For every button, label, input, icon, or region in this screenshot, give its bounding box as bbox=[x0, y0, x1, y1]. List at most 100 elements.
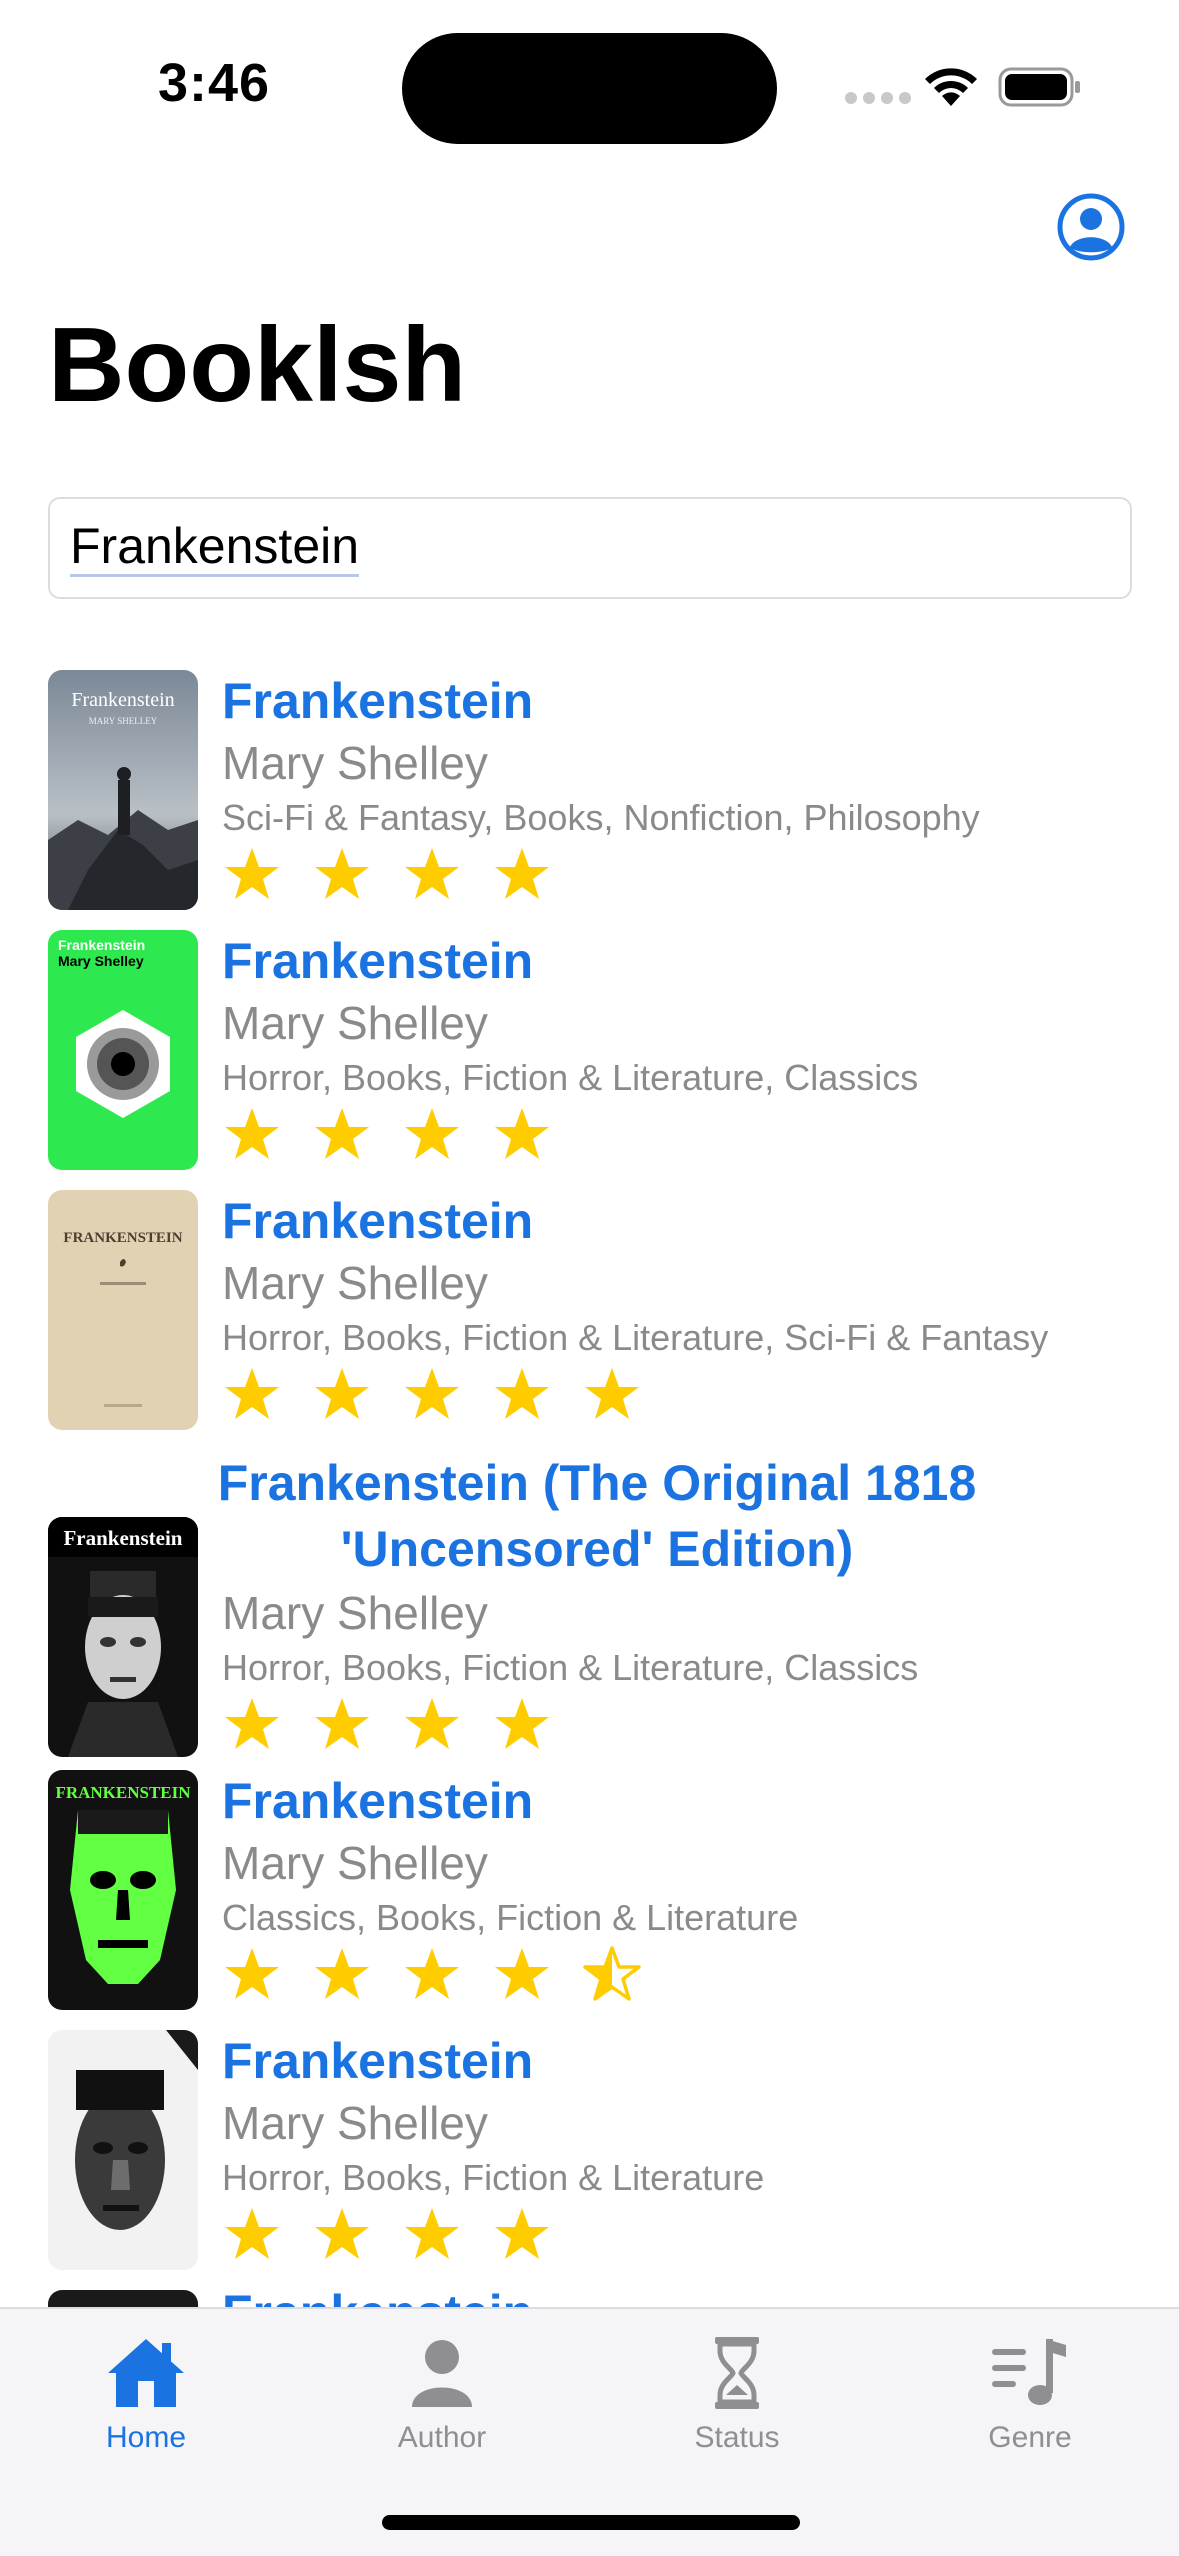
star-filled-icon bbox=[315, 1368, 369, 1419]
rating-stars bbox=[222, 1944, 1132, 2006]
book-cover bbox=[48, 2290, 198, 2308]
book-cover: Frankenstein bbox=[48, 1517, 198, 1757]
star-filled-icon bbox=[315, 1108, 369, 1159]
book-title[interactable]: Frankenstein bbox=[222, 930, 1132, 992]
book-row[interactable]: Frankenstein Frankenstein (The Original … bbox=[0, 1450, 1179, 1770]
book-row[interactable]: Frankenstein Mary Shelley Frankenstein M… bbox=[0, 930, 1179, 1180]
book-row[interactable]: Frankenstein bbox=[0, 2285, 1179, 2308]
star-half-icon bbox=[583, 1946, 641, 2001]
cellular-signal-icon bbox=[845, 92, 911, 104]
home-indicator bbox=[382, 2515, 800, 2530]
star-filled-icon bbox=[225, 1698, 279, 1749]
book-info: Frankenstein bbox=[222, 2282, 1132, 2308]
book-author: Mary Shelley bbox=[222, 1257, 488, 1309]
star-filled-icon bbox=[225, 2208, 279, 2259]
battery-icon bbox=[998, 67, 1080, 107]
rating-stars bbox=[222, 1694, 1132, 1756]
book-genres: Horror, Books, Fiction & Literature, Cla… bbox=[222, 1647, 919, 1688]
tab-author[interactable]: Author bbox=[342, 2327, 542, 2477]
star-filled-icon bbox=[225, 1948, 279, 1999]
star-filled-icon bbox=[315, 848, 369, 899]
book-author: Mary Shelley bbox=[222, 737, 488, 789]
star-filled-icon bbox=[585, 1368, 639, 1419]
rating-stars bbox=[222, 844, 1132, 906]
star-filled-icon bbox=[495, 848, 549, 899]
search-input-value: Frankenstein bbox=[70, 519, 360, 577]
book-info: Frankenstein Mary Shelley Horror, Books,… bbox=[222, 2030, 1132, 2266]
page-title: Booklsh bbox=[48, 306, 467, 424]
book-info: Frankenstein Mary Shelley Sci-Fi & Fanta… bbox=[222, 670, 1132, 906]
tab-home[interactable]: Home bbox=[46, 2327, 246, 2477]
rating-stars bbox=[222, 2204, 1132, 2266]
dynamic-island bbox=[402, 33, 777, 144]
book-cover: Frankenstein Mary Shelley bbox=[48, 930, 198, 1170]
star-filled-icon bbox=[495, 1108, 549, 1159]
cover-author: Mary Shelley bbox=[58, 953, 144, 969]
book-row[interactable]: Frankenstein MARY SHELLEY Frankenstein M… bbox=[0, 670, 1179, 920]
person-circle-icon bbox=[1057, 193, 1125, 261]
book-info: Frankenstein Mary Shelley Classics, Book… bbox=[222, 1770, 1132, 2006]
star-filled-icon bbox=[315, 1698, 369, 1749]
tab-genre[interactable]: Genre bbox=[930, 2327, 1130, 2477]
book-row[interactable]: FRANKENSTEIN Frankenstein Mary Shelley H… bbox=[0, 1190, 1179, 1440]
star-filled-icon bbox=[405, 848, 459, 899]
star-filled-icon bbox=[405, 1948, 459, 1999]
tab-label: Genre bbox=[988, 2421, 1072, 2454]
cover-title: Frankenstein bbox=[63, 1526, 182, 1550]
book-author: Mary Shelley bbox=[222, 1587, 488, 1639]
book-info: Frankenstein Mary Shelley Horror, Books,… bbox=[222, 1190, 1132, 1426]
house-icon bbox=[108, 2339, 184, 2407]
star-filled-icon bbox=[495, 1368, 549, 1419]
star-filled-icon bbox=[315, 1948, 369, 1999]
cover-title: Frankenstein bbox=[71, 689, 174, 711]
book-title[interactable]: Frankenstein bbox=[222, 1190, 1132, 1252]
book-title[interactable]: Frankenstein bbox=[222, 670, 1132, 732]
book-title[interactable]: Frankenstein (The Original 1818 'Uncenso… bbox=[212, 1450, 982, 1582]
book-row[interactable]: Frankenstein Mary Shelley Horror, Books,… bbox=[0, 2030, 1179, 2280]
person-icon bbox=[412, 2340, 472, 2407]
book-row[interactable]: FRANKENSTEIN Frankenstein Mary Shelley C… bbox=[0, 1770, 1179, 2020]
star-filled-icon bbox=[495, 1698, 549, 1749]
book-cover: Frankenstein MARY SHELLEY bbox=[48, 670, 198, 910]
profile-button[interactable] bbox=[1056, 192, 1126, 262]
star-filled-icon bbox=[225, 1368, 279, 1419]
rating-stars bbox=[222, 1364, 1132, 1426]
star-filled-icon bbox=[495, 2208, 549, 2259]
star-filled-icon bbox=[405, 2208, 459, 2259]
book-info: Frankenstein Mary Shelley Horror, Books,… bbox=[222, 930, 1132, 1166]
book-title[interactable]: Frankenstein bbox=[222, 1770, 1132, 1832]
book-author: Mary Shelley bbox=[222, 2097, 488, 2149]
book-genres: Horror, Books, Fiction & Literature, Sci… bbox=[222, 1317, 1049, 1358]
cover-author: MARY SHELLEY bbox=[89, 716, 158, 726]
star-filled-icon bbox=[405, 1368, 459, 1419]
cover-title: FRANKENSTEIN bbox=[63, 1230, 182, 1246]
book-cover: FRANKENSTEIN bbox=[48, 1190, 198, 1430]
rating-stars bbox=[222, 1104, 1132, 1166]
book-info: Frankenstein (The Original 1818 'Uncenso… bbox=[218, 1450, 1132, 1756]
star-filled-icon bbox=[405, 1108, 459, 1159]
book-cover: FRANKENSTEIN bbox=[48, 1770, 198, 2010]
tab-label: Author bbox=[397, 2421, 487, 2454]
star-filled-icon bbox=[225, 1108, 279, 1159]
book-list[interactable]: Frankenstein MARY SHELLEY Frankenstein M… bbox=[0, 660, 1179, 2308]
music-list-icon bbox=[992, 2339, 1066, 2405]
book-author: Mary Shelley bbox=[222, 997, 488, 1049]
star-filled-icon bbox=[225, 848, 279, 899]
book-title[interactable]: Frankenstein bbox=[222, 2030, 1132, 2092]
status-time: 3:46 bbox=[158, 53, 271, 113]
search-input[interactable]: Frankenstein bbox=[48, 497, 1132, 599]
cover-title: Frankenstein bbox=[58, 937, 145, 953]
tab-status[interactable]: Status bbox=[637, 2327, 837, 2477]
book-genres: Horror, Books, Fiction & Literature bbox=[222, 2157, 765, 2198]
book-title[interactable]: Frankenstein bbox=[222, 2282, 1132, 2308]
tab-label: Status bbox=[694, 2421, 780, 2454]
star-filled-icon bbox=[315, 2208, 369, 2259]
status-bar: 3:46 bbox=[0, 0, 1179, 170]
star-filled-icon bbox=[405, 1698, 459, 1749]
cover-title: FRANKENSTEIN bbox=[55, 1783, 191, 1802]
book-genres: Horror, Books, Fiction & Literature, Cla… bbox=[222, 1057, 919, 1098]
hourglass-icon bbox=[715, 2337, 759, 2409]
wifi-icon bbox=[925, 68, 977, 106]
book-author: Mary Shelley bbox=[222, 1837, 488, 1889]
star-filled-icon bbox=[495, 1948, 549, 1999]
